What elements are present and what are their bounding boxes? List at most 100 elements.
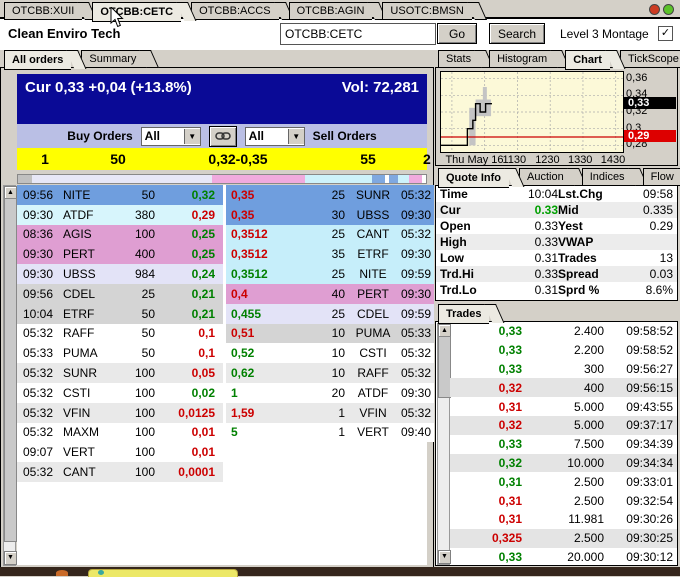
- tab-chart[interactable]: Chart: [565, 50, 610, 70]
- link-filters-button[interactable]: [209, 126, 237, 147]
- sell-order-row[interactable]: 51VERT09:40: [226, 423, 434, 443]
- trade-size: 5.000: [522, 418, 604, 432]
- market-maker: VERT: [63, 445, 111, 459]
- sell-order-row[interactable]: 0,5210CSTI05:32: [226, 343, 434, 363]
- search-button[interactable]: Search: [489, 23, 545, 44]
- order-time: 09:30: [23, 267, 63, 281]
- tab-otcbb-accs[interactable]: OTCBB:ACCS: [191, 2, 279, 20]
- chevron-down-icon[interactable]: ▼: [288, 129, 304, 144]
- bid-price: 0,29: [155, 208, 223, 222]
- tab-otcbb-cetc[interactable]: OTCBB:CETC: [92, 2, 181, 22]
- buy-order-row[interactable]: 09:30UBSS9840,24: [17, 264, 223, 284]
- buy-order-row[interactable]: 09:30PERT4000,25: [17, 244, 223, 264]
- buy-order-row[interactable]: 09:56NITE500,32: [17, 185, 223, 205]
- trade-size: 300: [522, 362, 604, 376]
- buy-order-row[interactable]: 05:32MAXM1000,01: [17, 423, 223, 443]
- scrollbar-thumb[interactable]: [4, 198, 17, 542]
- sell-order-row[interactable]: 0,3525SUNR05:32: [226, 185, 434, 205]
- order-size: 100: [111, 445, 155, 459]
- level3-montage-label: Level 3 Montage: [560, 27, 649, 41]
- tab-trades[interactable]: Trades: [438, 304, 489, 324]
- order-size: 25: [305, 188, 345, 202]
- order-size: 40: [305, 287, 345, 301]
- orderbook-scrollbar[interactable]: ▲ ▼: [3, 185, 16, 566]
- analysis-tab-bar: Stats Histogram Chart TickScope: [438, 50, 680, 68]
- chevron-down-icon[interactable]: ▼: [184, 129, 200, 144]
- order-size: 10: [305, 346, 345, 360]
- quote-value: 0.335: [624, 203, 673, 217]
- quote-info-row: Open0.33Yest0.29: [436, 218, 677, 234]
- inside-bid-size: 50: [73, 151, 163, 167]
- market-maker: VFIN: [345, 406, 401, 420]
- scroll-down-icon[interactable]: ▼: [4, 551, 17, 565]
- tab-usotc-bmsn[interactable]: USOTC:BMSN: [382, 2, 471, 20]
- ask-price: 0,3512: [231, 227, 305, 241]
- market-maker: RAFF: [63, 326, 111, 340]
- quote-label: Trd.Lo: [440, 283, 492, 297]
- go-button[interactable]: Go: [437, 23, 477, 44]
- buy-order-row[interactable]: 05:32CANT1000,0001: [17, 462, 223, 482]
- buy-order-row[interactable]: 05:32RAFF500,1: [17, 324, 223, 344]
- market-maker: CANT: [345, 227, 401, 241]
- sell-order-row[interactable]: 0,45525CDEL09:59: [226, 304, 434, 324]
- tab-otcbb-xuii[interactable]: OTCBB:XUII: [4, 2, 82, 20]
- market-maker: CSTI: [345, 346, 401, 360]
- bid-price: 0,25: [155, 247, 223, 261]
- market-maker: AGIS: [63, 227, 111, 241]
- buy-filter-value: All: [142, 129, 184, 143]
- sell-filter-value: All: [246, 129, 288, 143]
- trade-size: 10.000: [522, 456, 604, 470]
- trade-price: 0,33: [450, 343, 522, 357]
- trade-size: 2.500: [522, 475, 604, 489]
- sell-order-row[interactable]: 1,591VFIN05:32: [226, 403, 434, 423]
- sell-order-row[interactable]: 0,440PERT09:30: [226, 284, 434, 304]
- buy-order-row[interactable]: 09:30ATDF3800,29: [17, 205, 223, 225]
- sell-order-row[interactable]: 0,351225NITE09:59: [226, 264, 434, 284]
- symbol-input[interactable]: [280, 23, 436, 45]
- buy-order-row[interactable]: 09:56CDEL250,21: [17, 284, 223, 304]
- status-dot-red-icon: [649, 4, 660, 15]
- tab-quote-info[interactable]: Quote Info: [438, 168, 509, 188]
- level3-montage-checkbox[interactable]: ✓: [658, 26, 673, 41]
- trades-scrollbar[interactable]: ▲ ▼: [437, 323, 450, 565]
- sell-order-row[interactable]: 0,351235ETRF09:30: [226, 244, 434, 264]
- trade-row: 0,312.50009:32:54: [450, 491, 677, 510]
- sell-filter-dropdown[interactable]: All ▼: [245, 127, 305, 146]
- tab-label: Trades: [446, 308, 481, 320]
- tab-histogram[interactable]: Histogram: [489, 50, 555, 68]
- buy-order-row[interactable]: 08:36AGIS1000,25: [17, 225, 223, 245]
- buy-order-row[interactable]: 05:32CSTI1000,02: [17, 383, 223, 403]
- quote-value: 09:58: [624, 187, 673, 201]
- buy-order-row[interactable]: 05:33PUMA500,1: [17, 343, 223, 363]
- sell-mm-count: 2: [423, 151, 431, 167]
- tab-stats[interactable]: Stats: [438, 50, 479, 68]
- trade-row: 0,3252.50009:30:25: [450, 529, 677, 548]
- order-size: 50: [111, 326, 155, 340]
- quote-tab-bar: Quote Info Auction Indices Flow: [438, 168, 680, 186]
- tab-all-orders[interactable]: All orders: [4, 50, 71, 70]
- sell-order-row[interactable]: 120ATDF09:30: [226, 383, 434, 403]
- buy-order-row[interactable]: 09:07VERT1000,01: [17, 442, 223, 462]
- order-size: 100: [111, 406, 155, 420]
- tab-summary[interactable]: Summary: [81, 50, 144, 68]
- buy-order-row[interactable]: 05:32VFIN1000,0125: [17, 403, 223, 423]
- order-time: 05:32: [23, 326, 63, 340]
- tab-label: Quote Info: [446, 172, 501, 184]
- tab-otcbb-agin[interactable]: OTCBB:AGIN: [289, 2, 373, 20]
- trade-size: 7.500: [522, 437, 604, 451]
- trade-price: 0,32: [450, 456, 522, 470]
- tab-auction[interactable]: Auction: [519, 168, 572, 186]
- tab-tickscope[interactable]: TickScope: [620, 50, 680, 68]
- tab-indices[interactable]: Indices: [582, 168, 633, 186]
- sell-order-row[interactable]: 0,5110PUMA05:33: [226, 324, 434, 344]
- buy-order-row[interactable]: 05:32SUNR1000,05: [17, 363, 223, 383]
- tab-flow[interactable]: Flow: [643, 168, 680, 186]
- buy-filter-dropdown[interactable]: All ▼: [141, 127, 201, 146]
- quote-info-row: Time10:04Lst.Chg09:58: [436, 186, 677, 202]
- sell-order-row[interactable]: 0,3530UBSS09:30: [226, 205, 434, 225]
- buy-order-row[interactable]: 10:04ETRF500,21: [17, 304, 223, 324]
- taskbar-orb-icon: [56, 570, 68, 576]
- market-maker: CSTI: [63, 386, 111, 400]
- sell-order-row[interactable]: 0,351225CANT05:32: [226, 225, 434, 245]
- sell-order-row[interactable]: 0,6210RAFF05:32: [226, 363, 434, 383]
